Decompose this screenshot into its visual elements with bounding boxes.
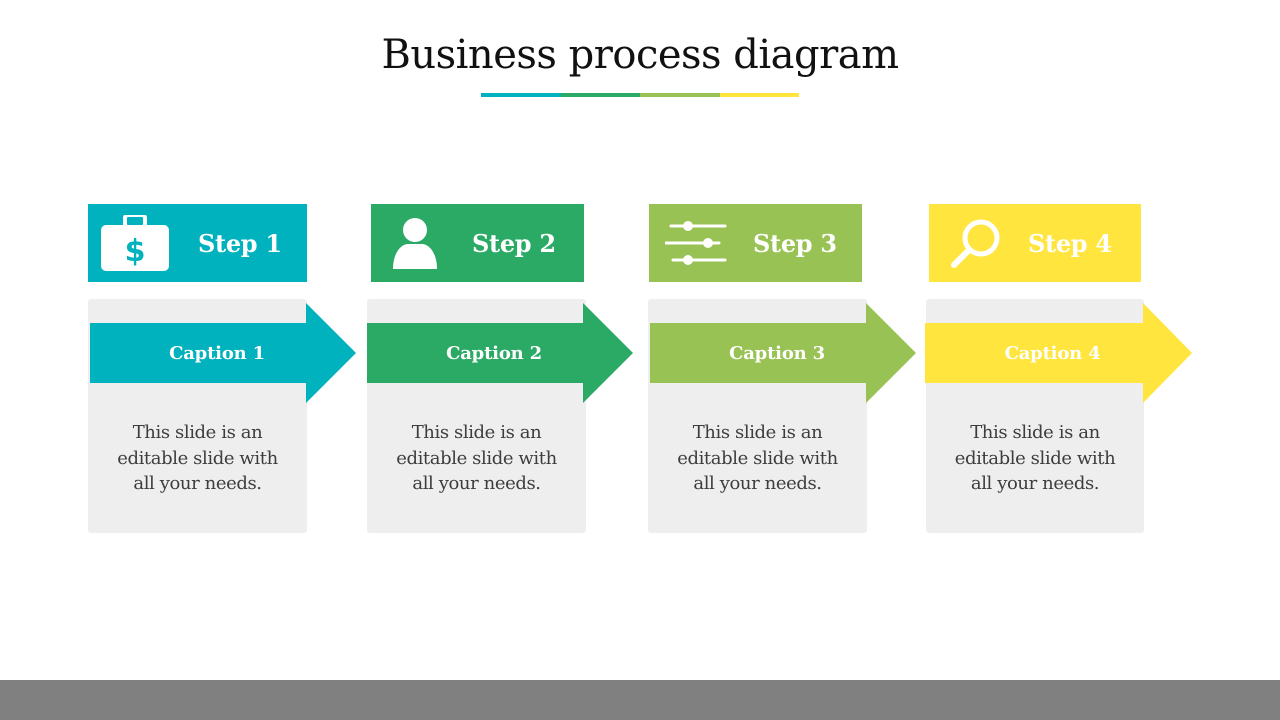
step-2-description: This slide is an editable slide with all… bbox=[367, 420, 586, 497]
description-line: This slide is an bbox=[132, 422, 263, 443]
underline-segment-3 bbox=[640, 93, 720, 97]
step-3-caption: Caption 3 bbox=[729, 342, 825, 364]
description-line: all your needs. bbox=[412, 473, 541, 494]
description-line: all your needs. bbox=[693, 473, 822, 494]
description-line: all your needs. bbox=[133, 473, 262, 494]
step-1-arrow: Caption 1 bbox=[90, 303, 356, 403]
underline-segment-2 bbox=[560, 93, 640, 97]
step-1-header: $ Step 1 bbox=[88, 204, 307, 282]
step-3-header: Step 3 bbox=[649, 204, 862, 282]
step-2-header: Step 2 bbox=[371, 204, 584, 282]
description-line: This slide is an bbox=[411, 422, 542, 443]
step-3-arrow: Caption 3 bbox=[650, 303, 916, 403]
step-2-arrow: Caption 2 bbox=[367, 303, 633, 403]
description-line: editable slide with bbox=[677, 447, 838, 469]
description-line: editable slide with bbox=[117, 447, 278, 469]
step-1-caption: Caption 1 bbox=[169, 342, 265, 364]
step-4-header: Step 4 bbox=[929, 204, 1141, 282]
search-icon bbox=[950, 204, 1002, 282]
step-4-caption: Caption 4 bbox=[1004, 342, 1101, 364]
user-icon bbox=[391, 204, 439, 282]
step-2-caption: Caption 2 bbox=[446, 342, 542, 364]
step-1-description: This slide is an editable slide with all… bbox=[88, 420, 307, 497]
underline-segment-4 bbox=[719, 93, 799, 97]
briefcase-dollar-icon: $ bbox=[101, 204, 169, 282]
svg-text:$: $ bbox=[125, 234, 146, 269]
step-2-label: Step 2 bbox=[472, 228, 556, 258]
description-line: This slide is an bbox=[692, 422, 823, 443]
description-line: editable slide with bbox=[954, 447, 1116, 469]
step-3-description: This slide is an editable slide with all… bbox=[648, 420, 867, 497]
description-line: editable slide with bbox=[396, 447, 557, 469]
sliders-icon bbox=[665, 204, 727, 282]
step-1-label: Step 1 bbox=[198, 228, 282, 258]
description-line: This slide is an bbox=[970, 422, 1100, 443]
slide-title: Business process diagram bbox=[381, 32, 899, 78]
step-3-label: Step 3 bbox=[753, 228, 837, 258]
step-4-label: Step 4 bbox=[1028, 228, 1112, 258]
step-4-description: This slide is an editable slide with all… bbox=[926, 420, 1144, 497]
footer-bar bbox=[0, 680, 1280, 720]
underline-segment-1 bbox=[481, 93, 561, 97]
title-underline bbox=[481, 93, 799, 97]
description-line: all your needs. bbox=[970, 473, 1100, 494]
step-4-arrow: Caption 4 bbox=[925, 303, 1192, 403]
